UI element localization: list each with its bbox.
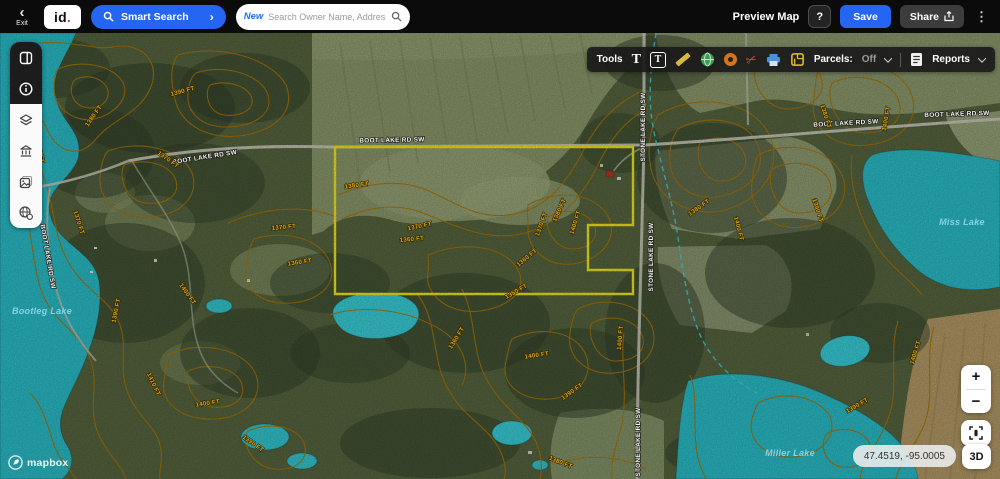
- save-button[interactable]: Save: [840, 5, 891, 28]
- map-canvas[interactable]: BOOT LAKE RD SW BOOT LAKE RD SW BOOT LAK…: [0, 33, 1000, 479]
- back-chevron-icon: ‹: [20, 7, 25, 19]
- text-tool-icon[interactable]: T: [632, 52, 641, 68]
- recenter-button[interactable]: [961, 420, 991, 446]
- map-toolbar: Tools T T ✂ Parcels: Off Reports: [587, 47, 995, 72]
- chevron-right-icon: ›: [210, 10, 214, 24]
- exit-label: Exit: [16, 20, 28, 27]
- chevron-down-icon[interactable]: [978, 54, 986, 62]
- coordinates-readout: 47.4519, -95.0005: [853, 445, 956, 467]
- web-map-tool-icon[interactable]: [700, 52, 715, 67]
- new-badge: New: [244, 11, 264, 22]
- app-window: BOOT LAKE RD SW BOOT LAKE RD SW BOOT LAK…: [0, 0, 1000, 479]
- cut-tool-icon[interactable]: ✂: [744, 50, 760, 69]
- parcels-icon[interactable]: [790, 52, 805, 67]
- layers-icon: [18, 112, 34, 128]
- label-tool-icon[interactable]: T: [650, 52, 666, 68]
- zoom-out-button[interactable]: −: [961, 390, 991, 414]
- lake-label: Bootleg Lake: [12, 306, 72, 316]
- sidebar-item-courthouse[interactable]: [10, 135, 42, 166]
- road-label: STONE LAKE RD SW: [635, 407, 642, 477]
- app-logo[interactable]: id.: [44, 5, 81, 29]
- sidebar-item-imagery[interactable]: [10, 166, 42, 197]
- reports-label[interactable]: Reports: [932, 54, 970, 65]
- logo-dot: .: [67, 9, 71, 25]
- info-icon: [18, 81, 34, 97]
- road-label: STONE LAKE RD SW: [648, 222, 655, 292]
- buffer-tool-icon[interactable]: [724, 53, 737, 66]
- road-label: STONE LAKE RD SW: [640, 92, 647, 162]
- share-button[interactable]: Share: [900, 5, 964, 28]
- print-tool-icon[interactable]: [766, 53, 781, 67]
- toolbar-divider: [900, 53, 901, 67]
- search-icon: [391, 11, 402, 22]
- globe-settings-icon: [18, 205, 34, 221]
- image-icon: [18, 174, 34, 190]
- sidebar-item-layers[interactable]: [10, 104, 42, 135]
- help-button[interactable]: ?: [808, 5, 831, 28]
- parcels-state[interactable]: Off: [862, 54, 876, 65]
- sidebar-item-info[interactable]: [10, 73, 42, 104]
- mapbox-icon: [8, 455, 23, 470]
- panel-layout-icon: [18, 50, 34, 66]
- tools-label: Tools: [597, 54, 623, 65]
- zoom-control: + −: [961, 365, 991, 413]
- lake-label: Miller Lake: [765, 448, 815, 458]
- mapbox-wordmark: mapbox: [27, 457, 68, 469]
- search-input[interactable]: [268, 12, 385, 22]
- lake-label: Miss Lake: [939, 217, 985, 227]
- road-label: BOOT LAKE RD SW: [359, 136, 425, 144]
- measure-tool-icon[interactable]: [675, 57, 691, 62]
- left-sidebar: [10, 42, 42, 228]
- sidebar-item-panel[interactable]: [10, 42, 42, 73]
- smart-search-button[interactable]: Smart Search ›: [91, 5, 226, 29]
- mapbox-attribution[interactable]: mapbox: [8, 455, 68, 470]
- courthouse-icon: [18, 143, 34, 159]
- zoom-in-button[interactable]: +: [961, 365, 991, 389]
- share-icon: [944, 11, 954, 22]
- top-bar: ‹ Exit id. Smart Search › New Preview Ma…: [0, 0, 1000, 33]
- reports-icon[interactable]: [910, 52, 923, 67]
- search-box[interactable]: New: [236, 4, 410, 30]
- search-icon: [103, 11, 114, 22]
- 3d-toggle-button[interactable]: 3D: [962, 444, 991, 469]
- sidebar-item-basemap[interactable]: [10, 197, 42, 228]
- focus-icon: [969, 426, 983, 440]
- preview-map-label: Preview Map: [733, 11, 800, 23]
- more-menu-icon[interactable]: ⋮: [973, 9, 990, 25]
- exit-button[interactable]: ‹ Exit: [10, 7, 34, 27]
- parcels-label[interactable]: Parcels:: [814, 54, 853, 65]
- chevron-down-icon[interactable]: [884, 54, 892, 62]
